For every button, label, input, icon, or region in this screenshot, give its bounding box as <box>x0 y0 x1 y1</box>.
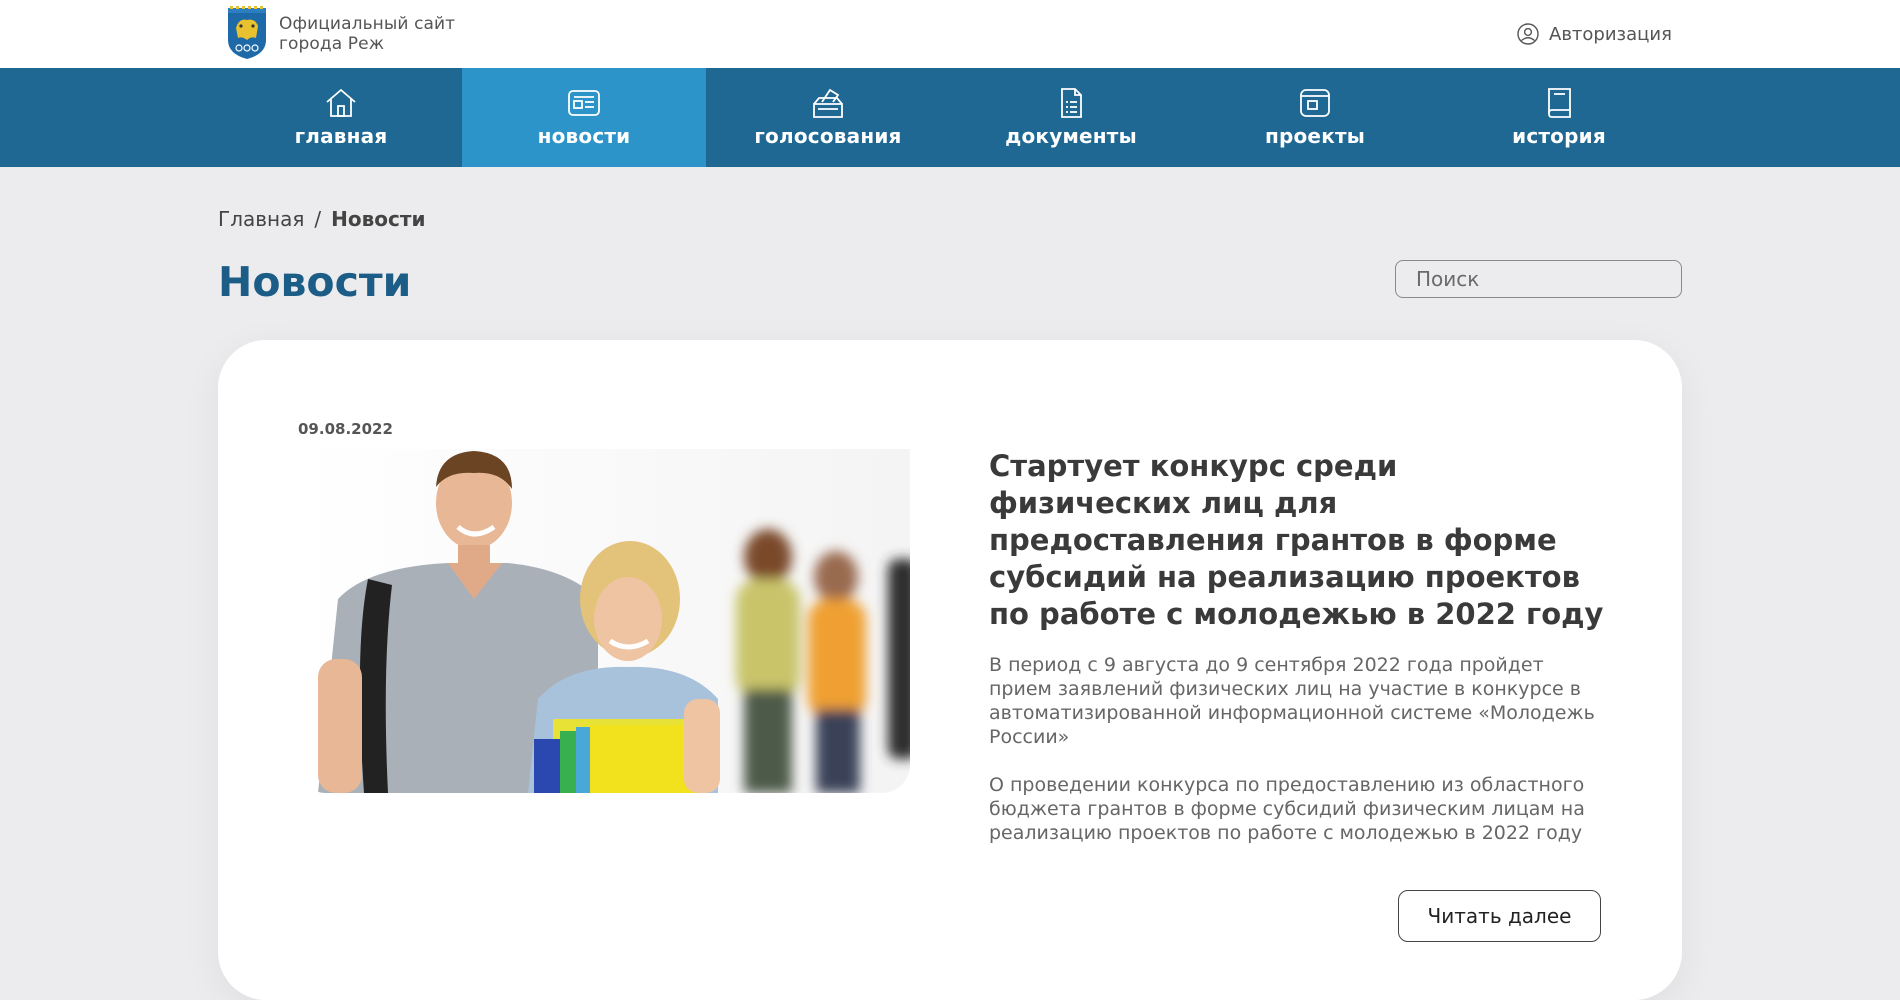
nav-label: история <box>1512 124 1606 148</box>
nav-label: проекты <box>1264 124 1366 148</box>
book-icon <box>1548 88 1571 118</box>
breadcrumb: Главная / Новости <box>218 207 425 231</box>
breadcrumb-separator: / <box>314 207 322 231</box>
news-date: 09.08.2022 <box>298 420 393 438</box>
search-input[interactable] <box>1395 260 1682 298</box>
coat-of-arms-icon[interactable] <box>225 6 269 60</box>
site-title-line2: города Реж <box>279 34 385 54</box>
nav-label: голосования <box>754 124 902 148</box>
nav-label: документы <box>1005 124 1137 148</box>
nav-label: главная <box>294 124 388 148</box>
news-photo[interactable] <box>298 449 910 793</box>
document-icon <box>1061 88 1082 118</box>
main-nav: главная новости голосования документы пр… <box>0 68 1900 167</box>
news-title[interactable]: Стартует конкурс среди физических лиц дл… <box>989 448 1609 633</box>
site-title-line1: Официальный сайт <box>279 14 456 34</box>
nav-item-news[interactable]: новости <box>462 68 706 167</box>
students-photo-illustration <box>298 449 910 793</box>
read-more-button[interactable]: Читать далее <box>1398 890 1601 942</box>
auth-label: Авторизация <box>1549 23 1672 45</box>
ballot-box-icon <box>813 88 843 118</box>
site-header: Официальный сайт города Реж Авторизация <box>0 0 1900 68</box>
home-icon <box>326 88 356 117</box>
user-circle-icon <box>1517 23 1539 45</box>
page-title: Новости <box>218 258 412 306</box>
nav-label: новости <box>537 124 631 148</box>
news-lead: В период с 9 августа до 9 сентября 2022 … <box>989 654 1595 748</box>
nav-item-history[interactable]: история <box>1437 68 1681 167</box>
nav-item-projects[interactable]: проекты <box>1193 68 1437 167</box>
auth-link[interactable]: Авторизация <box>1516 22 1672 46</box>
news-body: О проведении конкурса по предоставлению … <box>989 774 1585 844</box>
breadcrumb-current: Новости <box>331 207 426 231</box>
site-title[interactable]: Официальный сайт города Реж <box>279 14 455 54</box>
newspaper-icon <box>568 90 600 116</box>
nav-item-home[interactable]: главная <box>219 68 463 167</box>
breadcrumb-home-link[interactable]: Главная <box>218 207 304 231</box>
window-icon <box>1300 89 1330 117</box>
nav-item-documents[interactable]: документы <box>949 68 1193 167</box>
nav-item-voting[interactable]: голосования <box>706 68 950 167</box>
